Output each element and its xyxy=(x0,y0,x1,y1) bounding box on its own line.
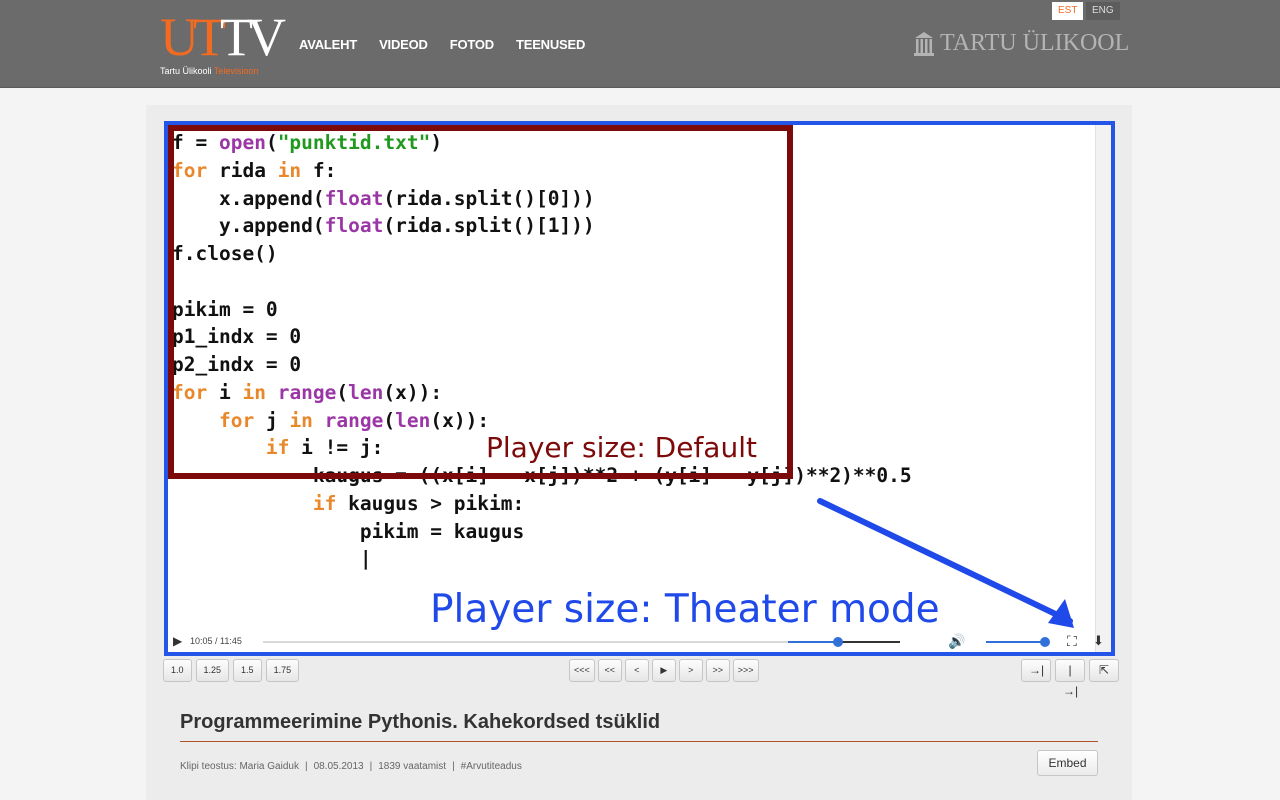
seek-track[interactable] xyxy=(263,641,788,643)
theater-mode-button[interactable]: |→| xyxy=(1055,659,1085,698)
speed-1-25-button[interactable]: 1.25 xyxy=(195,659,230,682)
volume-icon[interactable]: 🔊 xyxy=(948,633,965,650)
progress-slider[interactable] xyxy=(788,637,900,647)
volume-slider[interactable] xyxy=(986,637,1050,647)
play-icon[interactable]: ▶ xyxy=(173,634,182,648)
seek-back-medium-button[interactable]: << xyxy=(597,659,622,682)
video-views: 1839 vaatamist xyxy=(378,761,447,772)
logo-mark: UTTV xyxy=(160,7,286,67)
nav-fotod[interactable]: FOTOD xyxy=(450,37,494,52)
university-name: TARTU ÜLIKOOL xyxy=(940,30,1130,56)
popout-button[interactable]: ⇱ xyxy=(1089,659,1119,682)
fullscreen-icon[interactable]: ⛶ xyxy=(1067,633,1077,650)
lang-eng-button[interactable]: ENG xyxy=(1086,2,1120,20)
speed-1-0-button[interactable]: 1.0 xyxy=(163,659,192,682)
university-building-icon xyxy=(914,31,934,56)
default-size-button[interactable]: →| xyxy=(1021,659,1051,682)
site-header: UTTV Tartu Ülikooli Televisioon AVALEHT … xyxy=(0,0,1280,88)
speed-1-5-button[interactable]: 1.5 xyxy=(233,659,262,682)
lang-est-button[interactable]: EST xyxy=(1052,2,1084,20)
seek-buttons: <<< << < ▶ > >> >>> xyxy=(569,659,759,682)
play-button[interactable]: ▶ xyxy=(651,659,676,682)
video-scrollbar[interactable] xyxy=(1095,125,1111,652)
player-size-buttons: →| |→| ⇱ xyxy=(1021,659,1119,698)
title-divider xyxy=(180,741,1098,742)
download-icon[interactable]: ⬇ xyxy=(1093,633,1104,649)
uttv-logo[interactable]: UTTV Tartu Ülikooli Televisioon xyxy=(160,10,286,78)
nav-teenused[interactable]: TEENUSED xyxy=(516,37,585,52)
player-controls: ▶ 10:05 / 11:45 🔊 ⛶ ⬇ xyxy=(168,632,1111,652)
seek-back-large-button[interactable]: <<< xyxy=(569,659,595,682)
video-meta: Klipi teostus: Maria Gaiduk | 08.05.2013 | 1… xyxy=(180,761,522,772)
video-tag-link[interactable]: #Arvutiteadus xyxy=(461,761,522,772)
video-player[interactable]: f = open("punktid.txt") for rida in f: x.… xyxy=(164,121,1115,656)
volume-handle[interactable] xyxy=(1039,637,1050,647)
logo-subtitle: Tartu Ülikooli Televisioon xyxy=(160,66,259,76)
seek-forward-large-button[interactable]: >>> xyxy=(732,659,759,682)
nav-avaleht[interactable]: AVALEHT xyxy=(299,37,357,52)
speed-buttons: 1.0 1.25 1.5 1.75 xyxy=(163,659,300,682)
time-display: 10:05 / 11:45 xyxy=(190,636,242,646)
theater-arrow xyxy=(817,498,1074,628)
video-date: 08.05.2013 xyxy=(313,761,364,772)
embed-button[interactable]: Embed xyxy=(1037,750,1098,776)
seek-forward-medium-button[interactable]: >> xyxy=(705,659,730,682)
nav-videod[interactable]: VIDEOD xyxy=(379,37,428,52)
seek-back-small-button[interactable]: < xyxy=(624,659,649,682)
speed-1-75-button[interactable]: 1.75 xyxy=(265,659,300,682)
progress-fill xyxy=(788,641,839,643)
volume-fill xyxy=(986,641,1045,643)
university-brand[interactable]: TARTU ÜLIKOOL xyxy=(914,30,1129,57)
main-nav: AVALEHT VIDEOD FOTOD TEENUSED xyxy=(299,37,585,52)
progress-handle[interactable] xyxy=(833,637,844,647)
video-title: Programmeerimine Pythonis. Kahekordsed t… xyxy=(180,711,661,733)
video-author: Klipi teostus: Maria Gaiduk xyxy=(180,761,299,772)
seek-forward-small-button[interactable]: > xyxy=(678,659,703,682)
